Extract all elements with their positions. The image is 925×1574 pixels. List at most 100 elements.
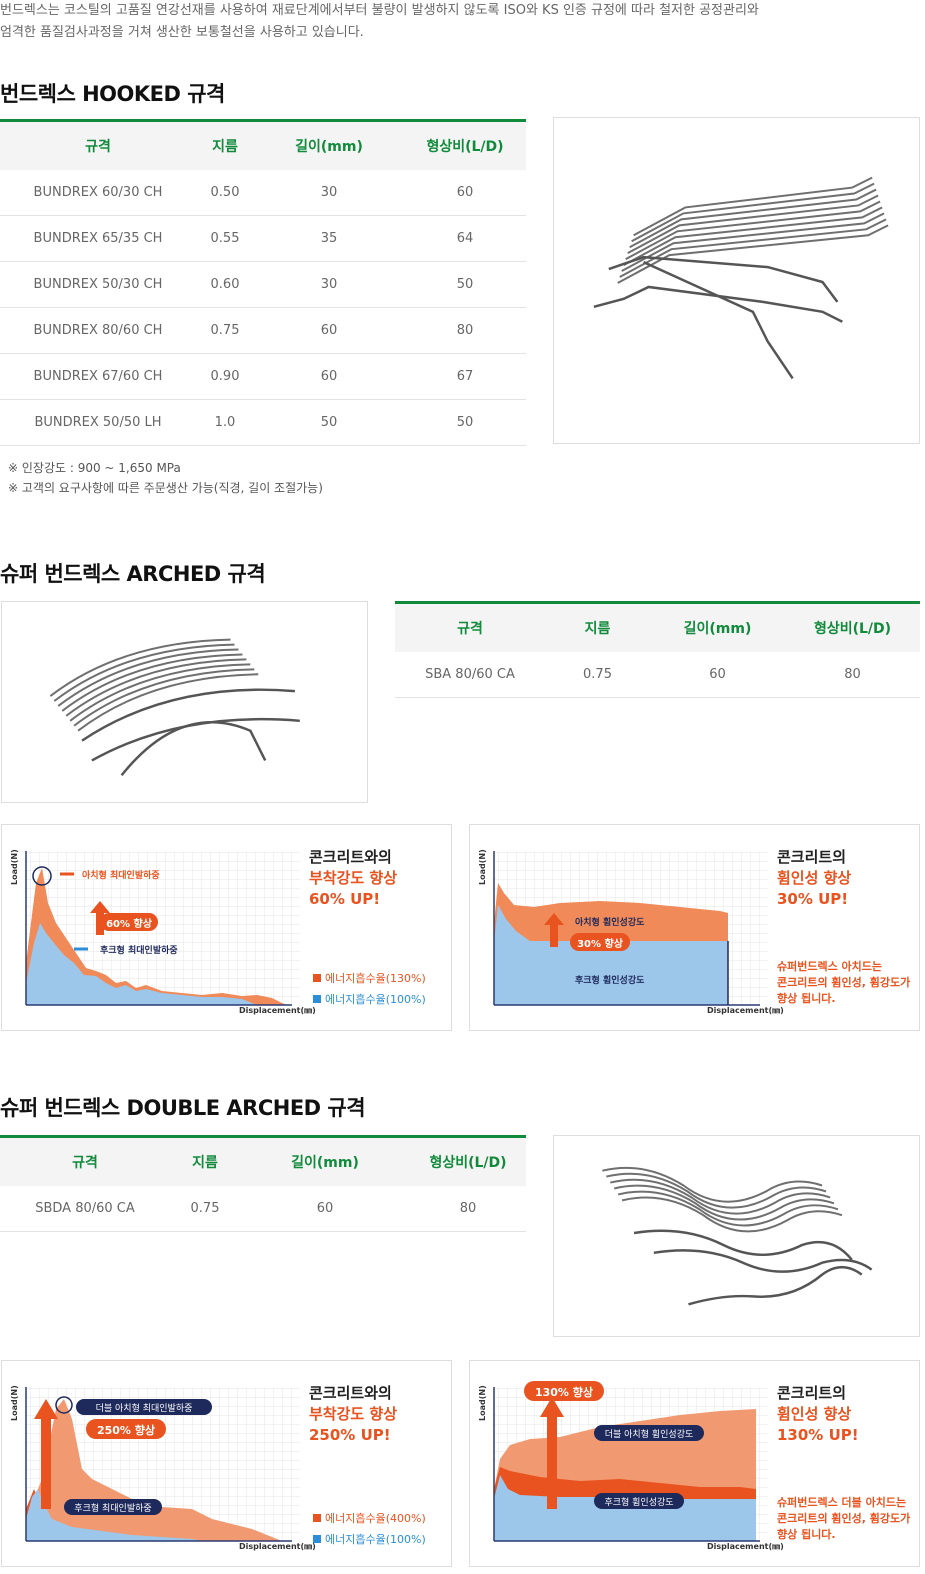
bottom-series-label: 후크형 휨인성강도 [604,1498,674,1508]
desc-line-2: 콘크리트의 휨인성, 휨강도가 [777,976,911,989]
table-header-row: 규격 지름 길이(mm) 형상비(L/D) [0,120,526,170]
legend-swatch-blue [313,995,321,1003]
table-row: BUNDREX 50/30 CH 0.60 30 50 [0,261,526,308]
double-toughness-chart [493,1381,768,1542]
badge-text: 130% 향상 [534,1386,594,1399]
desc-line-3: 향상 됩니다. [777,992,836,1005]
table-row: BUNDREX 65/35 CH 0.55 35 64 [0,215,526,262]
hooked-notes: ※ 인장강도 : 900 ~ 1,650 MPa ※ 고객의 요구사항에 따른 … [8,458,323,498]
cell-spec: BUNDREX 50/50 LH [0,399,196,446]
table-row: BUNDREX 60/30 CH 0.50 30 60 [0,169,526,216]
x-axis-label: Displacement(㎜) [239,1006,316,1015]
header-length: 길이(mm) [254,120,404,170]
desc-line-1: 슈퍼번드렉스 아치드는 [777,960,883,973]
table-row: BUNDREX 67/60 CH 0.90 60 67 [0,353,526,400]
legend-label: 에너지흡수율(130%) [325,972,426,985]
y-axis-label: Load(N) [10,849,19,885]
toughness-chart-card: Load(N) Displacement(㎜) 아치형 휨인성강도 후크형 휨인… [469,824,920,1031]
heading-line-2: 부착강도 향상 [309,1405,398,1423]
legend-label: 에너지흡수율(400%) [325,1512,426,1525]
peak-label: 더블 아치형 최대인발하중 [95,1404,193,1414]
top-series-label: 아치형 휨인성강도 [575,918,645,928]
base-label: 후크형 최대인발하중 [74,1504,152,1514]
cell-spec: SBDA 80/60 CA [0,1185,170,1232]
cell-spec: BUNDREX 67/60 CH [0,353,196,400]
legend-swatch-orange [313,974,321,982]
desc-line-2: 콘크리트의 휨인성, 휨강도가 [777,1512,911,1525]
cell-length: 60 [650,651,785,698]
card-heading: 콘크리트와의 부착강도 향상 60% UP! [309,847,397,910]
bottom-series-label: 후크형 휨인성강도 [575,976,645,986]
header-diameter: 지름 [545,602,650,652]
cell-ratio: 50 [404,399,526,446]
heading-line-1: 콘크리트의 [777,1384,847,1402]
chart-legend: 에너지흡수율(400%) 에너지흡수율(100%) [313,1508,426,1550]
header-ratio: 형상비(L/D) [785,602,920,652]
intro-text: 번드렉스는 코스틸의 고품질 연강선재를 사용하여 재료단계에서부터 불량이 발… [0,0,925,44]
legend-swatch-blue [313,1535,321,1543]
header-ratio: 형상비(L/D) [410,1136,526,1186]
top-series-label: 더블 아치형 휨인성강도 [604,1430,694,1440]
cell-spec: BUNDREX 65/35 CH [0,215,196,262]
double-arched-fiber-image [553,1135,920,1337]
desc-line-3: 향상 됩니다. [777,1528,836,1541]
cell-diameter: 0.50 [196,169,254,216]
table-row: BUNDREX 50/50 LH 1.0 50 50 [0,399,526,446]
cell-ratio: 80 [404,307,526,354]
legend-item-blue: 에너지흡수율(100%) [313,989,426,1010]
cell-length: 60 [254,307,404,354]
cell-length: 60 [254,353,404,400]
heading-line-1: 콘크리트의 [777,848,847,866]
legend-label: 에너지흡수율(100%) [325,1533,426,1546]
card-description: 슈퍼번드렉스 아치드는 콘크리트의 휨인성, 휨강도가 향상 됩니다. [777,959,910,1007]
cell-diameter: 0.75 [170,1185,240,1232]
hooked-spec-table: 규격 지름 길이(mm) 형상비(L/D) BUNDREX 60/30 CH 0… [0,119,526,446]
card-heading: 콘크리트의 휨인성 향상 30% UP! [777,847,851,910]
cell-diameter: 0.60 [196,261,254,308]
double-bond-strength-chart-card: Load(N) Displacement(㎜) 더블 아치형 최대인발하중 후크… [1,1360,452,1567]
note-custom-order: ※ 고객의 요구사항에 따른 주문생산 가능(직경, 길이 조절가능) [8,481,323,495]
legend-swatch-orange [313,1514,321,1522]
header-length: 길이(mm) [650,602,785,652]
cell-ratio: 67 [404,353,526,400]
header-diameter: 지름 [170,1136,240,1186]
card-description: 슈퍼번드렉스 더블 아치드는 콘크리트의 휨인성, 휨강도가 향상 됩니다. [777,1495,910,1543]
cell-ratio: 80 [785,651,920,698]
heading-line-3: 250% UP! [309,1426,391,1444]
arched-fiber-illustration [49,638,300,777]
table-header-row: 규격 지름 길이(mm) 형상비(L/D) [0,1136,526,1186]
badge-text: 60% 향상 [106,919,152,930]
chart-legend: 에너지흡수율(130%) 에너지흡수율(100%) [313,968,426,1010]
table-row: SBDA 80/60 CA 0.75 60 80 [0,1185,526,1232]
heading-line-3: 30% UP! [777,890,849,908]
header-ratio: 형상비(L/D) [404,120,526,170]
cell-ratio: 80 [410,1185,526,1232]
intro-line-1: 번드렉스는 코스틸의 고품질 연강선재를 사용하여 재료단계에서부터 불량이 발… [0,3,759,18]
header-spec: 규격 [0,120,196,170]
cell-diameter: 0.55 [196,215,254,262]
note-tensile-strength: ※ 인장강도 : 900 ~ 1,650 MPa [8,461,181,475]
card-heading: 콘크리트의 휨인성 향상 130% UP! [777,1383,859,1446]
header-spec: 규격 [0,1136,170,1186]
cell-ratio: 64 [404,215,526,262]
base-label: 후크형 최대인발하중 [100,946,178,956]
cell-length: 30 [254,169,404,216]
desc-line-1: 슈퍼번드렉스 더블 아치드는 [777,1496,907,1509]
cell-ratio: 50 [404,261,526,308]
hooked-section-title: 번드렉스 HOOKED 규격 [0,82,225,106]
cell-spec: BUNDREX 50/30 CH [0,261,196,308]
double-arched-section-title: 슈퍼 번드렉스 DOUBLE ARCHED 규격 [0,1096,366,1120]
heading-line-3: 60% UP! [309,890,381,908]
legend-item-orange: 에너지흡수율(400%) [313,1508,426,1529]
double-arched-spec-table: 규격 지름 길이(mm) 형상비(L/D) SBDA 80/60 CA 0.75… [0,1135,526,1232]
table-row: SBA 80/60 CA 0.75 60 80 [395,651,920,698]
cell-spec: SBA 80/60 CA [395,651,545,698]
legend-label: 에너지흡수율(100%) [325,993,426,1006]
legend-item-orange: 에너지흡수율(130%) [313,968,426,989]
heading-line-2: 휨인성 향상 [777,869,852,887]
y-axis-label: Load(N) [478,1385,487,1421]
y-axis-label: Load(N) [478,849,487,885]
cell-spec: BUNDREX 80/60 CH [0,307,196,354]
table-row: BUNDREX 80/60 CH 0.75 60 80 [0,307,526,354]
header-spec: 규격 [395,602,545,652]
